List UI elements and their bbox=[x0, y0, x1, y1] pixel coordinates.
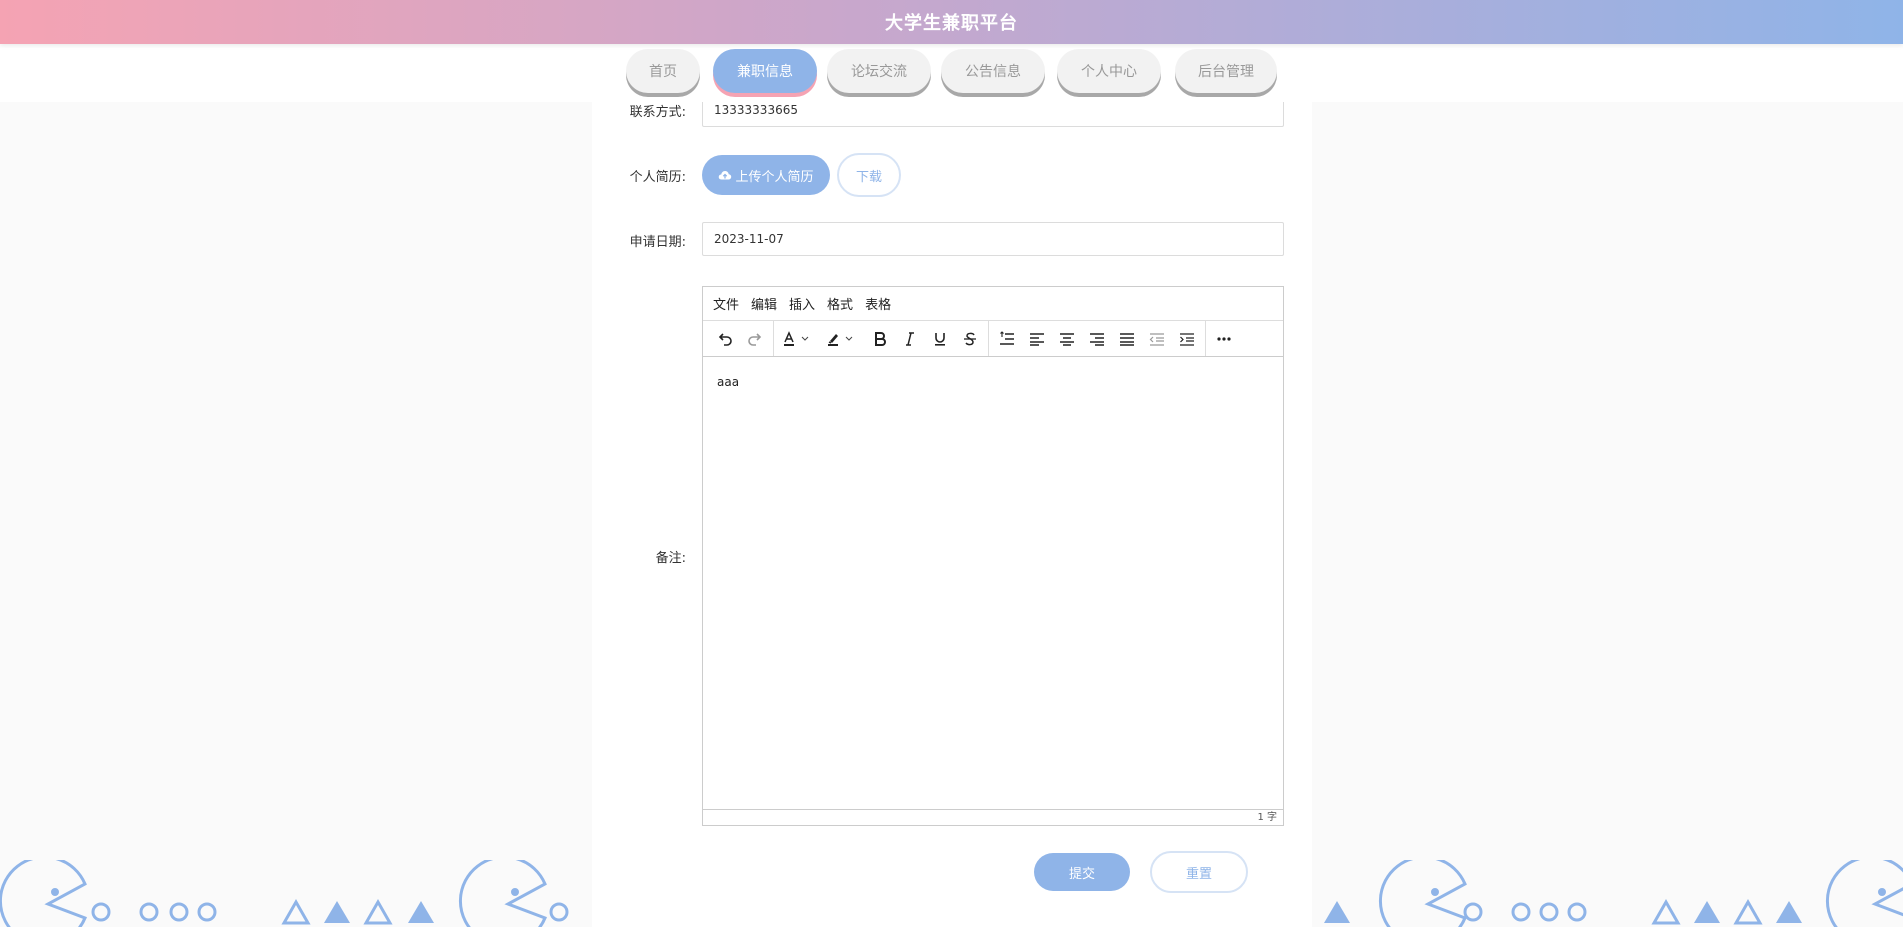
decorative-pattern-right bbox=[1312, 860, 1903, 927]
apply-date-label: 申请日期: bbox=[629, 235, 686, 250]
menu-format[interactable]: 格式 bbox=[821, 294, 859, 313]
nav-tab-profile[interactable]: 个人中心 bbox=[1057, 49, 1161, 93]
app-title: 大学生兼职平台 bbox=[885, 13, 1018, 34]
redo-icon[interactable] bbox=[740, 325, 770, 353]
editor-text: aaa bbox=[717, 375, 740, 389]
editor-menubar: 文件 编辑 插入 格式 表格 bbox=[703, 287, 1283, 321]
reset-button[interactable]: 重置 bbox=[1150, 851, 1248, 893]
outdent-icon[interactable] bbox=[1142, 325, 1172, 353]
text-color-icon[interactable] bbox=[777, 325, 821, 353]
menu-insert[interactable]: 插入 bbox=[783, 294, 821, 313]
editor-statusbar: 1 字 bbox=[703, 809, 1283, 825]
resume-label: 个人简历: bbox=[629, 170, 686, 185]
nav-bar: 首页 兼职信息 论坛交流 公告信息 个人中心 后台管理 bbox=[0, 44, 1903, 102]
highlight-color-icon[interactable] bbox=[821, 325, 865, 353]
nav-tab-home[interactable]: 首页 bbox=[626, 49, 700, 93]
download-resume-button[interactable]: 下载 bbox=[837, 153, 901, 197]
more-icon[interactable] bbox=[1209, 325, 1239, 353]
contact-label: 联系方式: bbox=[629, 105, 686, 120]
line-height-icon[interactable] bbox=[992, 325, 1022, 353]
menu-edit[interactable]: 编辑 bbox=[745, 294, 783, 313]
nav-tab-admin[interactable]: 后台管理 bbox=[1175, 49, 1277, 93]
nav-tab-jobs[interactable]: 兼职信息 bbox=[713, 49, 817, 93]
align-left-icon[interactable] bbox=[1022, 325, 1052, 353]
strikethrough-icon[interactable] bbox=[955, 325, 985, 353]
align-center-icon[interactable] bbox=[1052, 325, 1082, 353]
undo-icon[interactable] bbox=[710, 325, 740, 353]
upload-resume-button[interactable]: 上传个人简历 bbox=[702, 155, 830, 195]
indent-icon[interactable] bbox=[1172, 325, 1202, 353]
menu-table[interactable]: 表格 bbox=[859, 294, 897, 313]
cloud-upload-icon bbox=[718, 169, 732, 181]
editor-toolbar bbox=[703, 321, 1283, 357]
app-header: 大学生兼职平台 bbox=[0, 0, 1903, 44]
align-right-icon[interactable] bbox=[1082, 325, 1112, 353]
apply-date-input[interactable] bbox=[702, 222, 1284, 256]
rich-text-editor: 文件 编辑 插入 格式 表格 aaa 1 字 bbox=[702, 286, 1284, 826]
decorative-pattern-left bbox=[0, 860, 592, 927]
nav-tab-forum[interactable]: 论坛交流 bbox=[827, 49, 931, 93]
menu-file[interactable]: 文件 bbox=[707, 294, 745, 313]
align-justify-icon[interactable] bbox=[1112, 325, 1142, 353]
underline-icon[interactable] bbox=[925, 325, 955, 353]
editor-content[interactable]: aaa bbox=[703, 357, 1283, 807]
remark-label: 备注: bbox=[655, 551, 686, 566]
submit-button[interactable]: 提交 bbox=[1034, 853, 1130, 891]
nav-tab-notices[interactable]: 公告信息 bbox=[941, 49, 1045, 93]
upload-resume-label: 上传个人简历 bbox=[735, 169, 814, 185]
italic-icon[interactable] bbox=[895, 325, 925, 353]
word-count: 1 字 bbox=[1257, 812, 1277, 823]
bold-icon[interactable] bbox=[865, 325, 895, 353]
